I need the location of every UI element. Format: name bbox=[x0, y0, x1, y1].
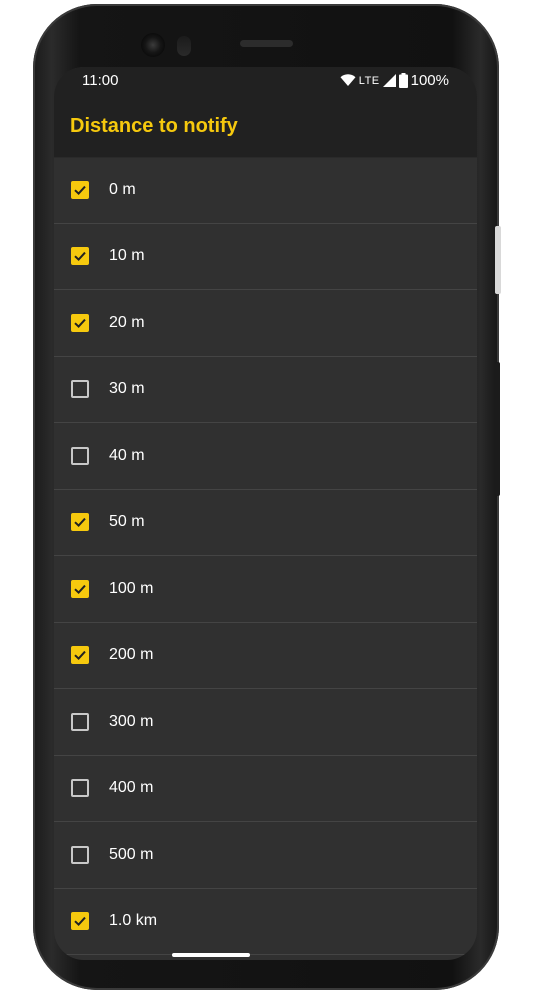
status-time: 11:00 bbox=[82, 72, 119, 89]
checkbox-unchecked[interactable] bbox=[71, 446, 89, 465]
check-icon bbox=[74, 518, 86, 528]
list-item-label: 10 m bbox=[109, 247, 145, 265]
app-bar: Distance to notify bbox=[54, 97, 477, 158]
earpiece-speaker bbox=[240, 40, 293, 47]
list-item[interactable]: 30 m bbox=[54, 357, 477, 423]
checkbox-unchecked[interactable] bbox=[71, 712, 89, 731]
list-item-label: 40 m bbox=[109, 446, 145, 464]
list-item-label: 200 m bbox=[109, 646, 154, 664]
checkbox-unchecked[interactable] bbox=[71, 380, 89, 399]
list-item-label: 0 m bbox=[109, 180, 136, 198]
list-item[interactable]: 500 m bbox=[54, 822, 477, 889]
list-item[interactable]: 20 m bbox=[54, 290, 477, 357]
front-camera bbox=[141, 33, 165, 57]
list-item-label: 300 m bbox=[109, 712, 154, 730]
page-title: Distance to notify bbox=[70, 115, 238, 137]
list-item-label: 30 m bbox=[109, 380, 145, 398]
list-item-label: 500 m bbox=[109, 845, 154, 863]
wifi-icon bbox=[340, 74, 356, 86]
list-item-label: 50 m bbox=[109, 513, 145, 531]
checkbox-checked[interactable] bbox=[71, 513, 89, 532]
check-icon bbox=[74, 318, 86, 328]
proximity-sensor bbox=[177, 36, 191, 56]
list-item[interactable]: 40 m bbox=[54, 423, 477, 490]
list-item-label: 20 m bbox=[109, 313, 145, 331]
status-icons: LTE 100% bbox=[340, 72, 449, 89]
checkbox-unchecked[interactable] bbox=[71, 845, 89, 864]
power-button bbox=[495, 226, 501, 294]
distance-list: 0 m 10 m 20 m 30 m 40 m 50 m 100 m 200 m 300 m 40… bbox=[54, 157, 477, 955]
list-item[interactable]: 200 m bbox=[54, 623, 477, 689]
checkbox-checked[interactable] bbox=[71, 912, 89, 931]
check-icon bbox=[74, 185, 86, 195]
list-item[interactable]: 10 m bbox=[54, 224, 477, 290]
volume-button bbox=[495, 362, 500, 496]
list-item[interactable]: 0 m bbox=[54, 157, 477, 224]
list-item-label: 100 m bbox=[109, 579, 154, 597]
list-item-label: 1.0 km bbox=[109, 912, 158, 930]
checkbox-checked[interactable] bbox=[71, 180, 89, 199]
check-icon bbox=[74, 584, 86, 594]
checkbox-checked[interactable] bbox=[71, 247, 89, 266]
list-item[interactable]: 300 m bbox=[54, 689, 477, 756]
checkbox-unchecked[interactable] bbox=[71, 779, 89, 798]
checkbox-checked[interactable] bbox=[71, 579, 89, 598]
list-item[interactable]: 400 m bbox=[54, 756, 477, 822]
battery-icon bbox=[398, 73, 408, 88]
signal-icon bbox=[382, 74, 396, 87]
list-item-label: 400 m bbox=[109, 779, 154, 797]
network-type: LTE bbox=[358, 74, 380, 87]
gesture-nav-handle[interactable] bbox=[172, 953, 250, 957]
check-icon bbox=[74, 651, 86, 661]
check-icon bbox=[74, 917, 86, 927]
checkbox-checked[interactable] bbox=[71, 646, 89, 665]
status-bar: 11:00 LTE 100% bbox=[54, 67, 477, 97]
check-icon bbox=[74, 252, 86, 262]
checkbox-checked[interactable] bbox=[71, 313, 89, 332]
screen: 11:00 LTE 100% Distance to notify 0 m 10 … bbox=[54, 67, 477, 960]
list-item[interactable]: 100 m bbox=[54, 556, 477, 623]
list-item[interactable]: 1.0 km bbox=[54, 889, 477, 955]
list-item[interactable]: 50 m bbox=[54, 490, 477, 556]
battery-level: 100% bbox=[410, 72, 449, 89]
